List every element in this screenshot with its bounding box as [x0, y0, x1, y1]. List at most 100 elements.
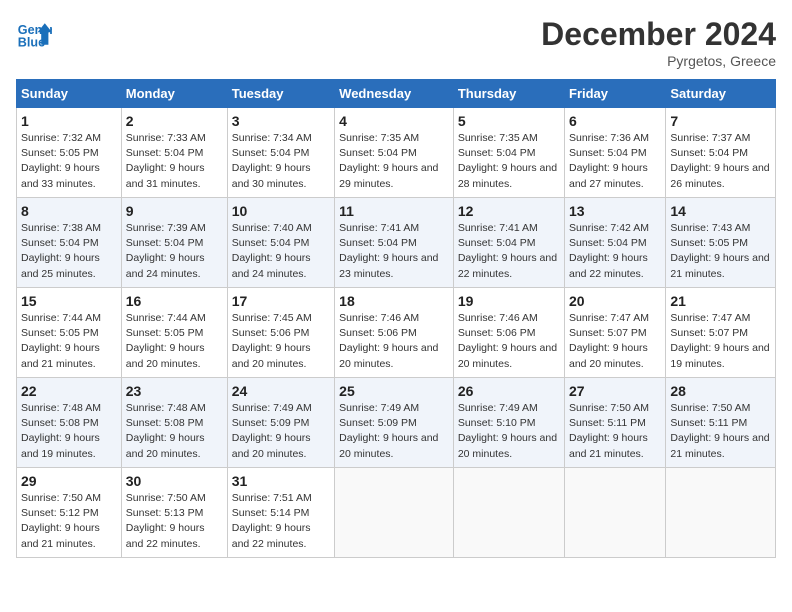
- day-number: 13: [569, 203, 661, 219]
- day-info: Sunrise: 7:47 AMSunset: 5:07 PMDaylight:…: [670, 311, 771, 372]
- day-info: Sunrise: 7:49 AMSunset: 5:10 PMDaylight:…: [458, 401, 560, 462]
- day-cell: 19 Sunrise: 7:46 AMSunset: 5:06 PMDaylig…: [453, 288, 564, 378]
- day-cell: 25 Sunrise: 7:49 AMSunset: 5:09 PMDaylig…: [335, 378, 454, 468]
- page-header: General Blue December 2024 Pyrgetos, Gre…: [16, 16, 776, 69]
- day-cell: 3 Sunrise: 7:34 AMSunset: 5:04 PMDayligh…: [227, 108, 334, 198]
- day-number: 26: [458, 383, 560, 399]
- day-number: 2: [126, 113, 223, 129]
- day-number: 12: [458, 203, 560, 219]
- weekday-header-sunday: Sunday: [17, 80, 122, 108]
- day-cell: 20 Sunrise: 7:47 AMSunset: 5:07 PMDaylig…: [565, 288, 666, 378]
- day-cell: 15 Sunrise: 7:44 AMSunset: 5:05 PMDaylig…: [17, 288, 122, 378]
- calendar-table: SundayMondayTuesdayWednesdayThursdayFrid…: [16, 79, 776, 558]
- weekday-header-friday: Friday: [565, 80, 666, 108]
- logo: General Blue: [16, 16, 52, 52]
- day-number: 20: [569, 293, 661, 309]
- week-row-2: 8 Sunrise: 7:38 AMSunset: 5:04 PMDayligh…: [17, 198, 776, 288]
- day-number: 4: [339, 113, 449, 129]
- day-cell: 24 Sunrise: 7:49 AMSunset: 5:09 PMDaylig…: [227, 378, 334, 468]
- day-number: 15: [21, 293, 117, 309]
- day-cell: 28 Sunrise: 7:50 AMSunset: 5:11 PMDaylig…: [666, 378, 776, 468]
- day-cell: 14 Sunrise: 7:43 AMSunset: 5:05 PMDaylig…: [666, 198, 776, 288]
- day-info: Sunrise: 7:43 AMSunset: 5:05 PMDaylight:…: [670, 221, 771, 282]
- weekday-header-wednesday: Wednesday: [335, 80, 454, 108]
- day-cell: 9 Sunrise: 7:39 AMSunset: 5:04 PMDayligh…: [121, 198, 227, 288]
- day-info: Sunrise: 7:41 AMSunset: 5:04 PMDaylight:…: [339, 221, 449, 282]
- day-info: Sunrise: 7:50 AMSunset: 5:13 PMDaylight:…: [126, 491, 223, 552]
- day-number: 16: [126, 293, 223, 309]
- weekday-header-tuesday: Tuesday: [227, 80, 334, 108]
- day-info: Sunrise: 7:39 AMSunset: 5:04 PMDaylight:…: [126, 221, 223, 282]
- day-cell: 13 Sunrise: 7:42 AMSunset: 5:04 PMDaylig…: [565, 198, 666, 288]
- day-cell: [335, 468, 454, 558]
- day-cell: 12 Sunrise: 7:41 AMSunset: 5:04 PMDaylig…: [453, 198, 564, 288]
- week-row-4: 22 Sunrise: 7:48 AMSunset: 5:08 PMDaylig…: [17, 378, 776, 468]
- day-info: Sunrise: 7:46 AMSunset: 5:06 PMDaylight:…: [458, 311, 560, 372]
- day-cell: [565, 468, 666, 558]
- day-info: Sunrise: 7:42 AMSunset: 5:04 PMDaylight:…: [569, 221, 661, 282]
- week-row-5: 29 Sunrise: 7:50 AMSunset: 5:12 PMDaylig…: [17, 468, 776, 558]
- day-number: 30: [126, 473, 223, 489]
- day-cell: 29 Sunrise: 7:50 AMSunset: 5:12 PMDaylig…: [17, 468, 122, 558]
- day-info: Sunrise: 7:34 AMSunset: 5:04 PMDaylight:…: [232, 131, 330, 192]
- day-info: Sunrise: 7:41 AMSunset: 5:04 PMDaylight:…: [458, 221, 560, 282]
- day-number: 1: [21, 113, 117, 129]
- day-info: Sunrise: 7:49 AMSunset: 5:09 PMDaylight:…: [339, 401, 449, 462]
- day-info: Sunrise: 7:40 AMSunset: 5:04 PMDaylight:…: [232, 221, 330, 282]
- day-info: Sunrise: 7:50 AMSunset: 5:12 PMDaylight:…: [21, 491, 117, 552]
- day-info: Sunrise: 7:35 AMSunset: 5:04 PMDaylight:…: [339, 131, 449, 192]
- day-cell: 22 Sunrise: 7:48 AMSunset: 5:08 PMDaylig…: [17, 378, 122, 468]
- weekday-header-saturday: Saturday: [666, 80, 776, 108]
- day-number: 28: [670, 383, 771, 399]
- day-info: Sunrise: 7:33 AMSunset: 5:04 PMDaylight:…: [126, 131, 223, 192]
- day-number: 10: [232, 203, 330, 219]
- weekday-header-monday: Monday: [121, 80, 227, 108]
- day-number: 18: [339, 293, 449, 309]
- day-number: 6: [569, 113, 661, 129]
- day-cell: 26 Sunrise: 7:49 AMSunset: 5:10 PMDaylig…: [453, 378, 564, 468]
- day-number: 17: [232, 293, 330, 309]
- title-block: December 2024 Pyrgetos, Greece: [541, 16, 776, 69]
- day-info: Sunrise: 7:48 AMSunset: 5:08 PMDaylight:…: [126, 401, 223, 462]
- day-number: 14: [670, 203, 771, 219]
- day-cell: 11 Sunrise: 7:41 AMSunset: 5:04 PMDaylig…: [335, 198, 454, 288]
- day-cell: [453, 468, 564, 558]
- day-number: 8: [21, 203, 117, 219]
- day-info: Sunrise: 7:47 AMSunset: 5:07 PMDaylight:…: [569, 311, 661, 372]
- day-cell: 5 Sunrise: 7:35 AMSunset: 5:04 PMDayligh…: [453, 108, 564, 198]
- day-info: Sunrise: 7:35 AMSunset: 5:04 PMDaylight:…: [458, 131, 560, 192]
- day-info: Sunrise: 7:49 AMSunset: 5:09 PMDaylight:…: [232, 401, 330, 462]
- day-info: Sunrise: 7:44 AMSunset: 5:05 PMDaylight:…: [126, 311, 223, 372]
- day-cell: 8 Sunrise: 7:38 AMSunset: 5:04 PMDayligh…: [17, 198, 122, 288]
- svg-text:Blue: Blue: [18, 36, 45, 50]
- day-number: 31: [232, 473, 330, 489]
- location: Pyrgetos, Greece: [541, 53, 776, 69]
- day-info: Sunrise: 7:51 AMSunset: 5:14 PMDaylight:…: [232, 491, 330, 552]
- day-cell: 2 Sunrise: 7:33 AMSunset: 5:04 PMDayligh…: [121, 108, 227, 198]
- day-number: 11: [339, 203, 449, 219]
- day-cell: 31 Sunrise: 7:51 AMSunset: 5:14 PMDaylig…: [227, 468, 334, 558]
- day-info: Sunrise: 7:38 AMSunset: 5:04 PMDaylight:…: [21, 221, 117, 282]
- week-row-3: 15 Sunrise: 7:44 AMSunset: 5:05 PMDaylig…: [17, 288, 776, 378]
- day-info: Sunrise: 7:45 AMSunset: 5:06 PMDaylight:…: [232, 311, 330, 372]
- day-info: Sunrise: 7:32 AMSunset: 5:05 PMDaylight:…: [21, 131, 117, 192]
- day-number: 29: [21, 473, 117, 489]
- day-number: 24: [232, 383, 330, 399]
- day-info: Sunrise: 7:50 AMSunset: 5:11 PMDaylight:…: [670, 401, 771, 462]
- day-number: 3: [232, 113, 330, 129]
- day-info: Sunrise: 7:36 AMSunset: 5:04 PMDaylight:…: [569, 131, 661, 192]
- day-number: 27: [569, 383, 661, 399]
- day-cell: 6 Sunrise: 7:36 AMSunset: 5:04 PMDayligh…: [565, 108, 666, 198]
- day-info: Sunrise: 7:46 AMSunset: 5:06 PMDaylight:…: [339, 311, 449, 372]
- weekday-header-thursday: Thursday: [453, 80, 564, 108]
- day-number: 5: [458, 113, 560, 129]
- month-title: December 2024: [541, 16, 776, 53]
- day-cell: 30 Sunrise: 7:50 AMSunset: 5:13 PMDaylig…: [121, 468, 227, 558]
- day-cell: 23 Sunrise: 7:48 AMSunset: 5:08 PMDaylig…: [121, 378, 227, 468]
- day-number: 22: [21, 383, 117, 399]
- day-cell: 27 Sunrise: 7:50 AMSunset: 5:11 PMDaylig…: [565, 378, 666, 468]
- day-number: 7: [670, 113, 771, 129]
- day-number: 21: [670, 293, 771, 309]
- day-cell: 1 Sunrise: 7:32 AMSunset: 5:05 PMDayligh…: [17, 108, 122, 198]
- week-row-1: 1 Sunrise: 7:32 AMSunset: 5:05 PMDayligh…: [17, 108, 776, 198]
